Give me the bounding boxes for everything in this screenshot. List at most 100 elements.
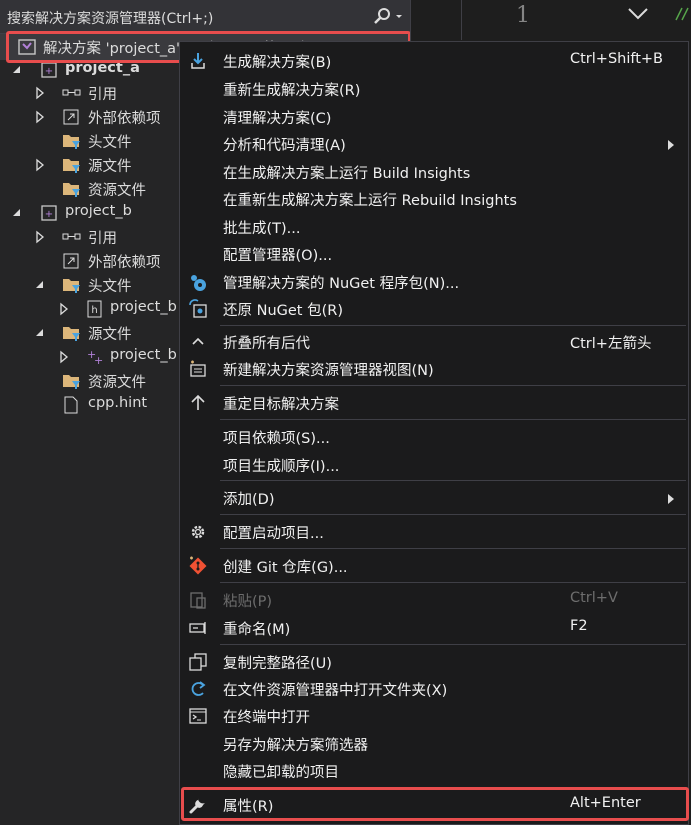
cpp-file-icon: + +	[86, 348, 104, 367]
menu-item-rename[interactable]: 重命名(M) F2	[180, 613, 688, 641]
svg-text:+: +	[94, 354, 103, 366]
collapsed-arrow-icon[interactable]	[33, 105, 47, 129]
collapsed-arrow-icon[interactable]	[33, 225, 47, 249]
menu-item-build-insights[interactable]: 在生成解决方案上运行 Build Insights	[180, 157, 688, 185]
menu-item-label: 在文件资源管理器中打开文件夹(X)	[223, 683, 448, 699]
tree-item-label: 源文件	[88, 159, 132, 175]
tree-item-label: 头文件	[88, 279, 132, 295]
menu-item-label: 另存为解决方案筛选器	[223, 738, 368, 754]
menu-item-shortcut: Ctrl+左箭头	[570, 336, 652, 352]
menu-item-shortcut: Ctrl+V	[570, 590, 618, 606]
cpp-project-icon: +	[40, 61, 58, 79]
menu-item-label: 在生成解决方案上运行 Build Insights	[223, 166, 471, 182]
menu-item-open-terminal[interactable]: 在终端中打开	[180, 701, 688, 729]
menu-item-shortcut: Ctrl+Shift+B	[570, 51, 664, 67]
menu-item-label: 隐藏已卸载的项目	[223, 765, 339, 781]
menu-item-config-manager[interactable]: 配置管理器(O)...	[180, 239, 688, 267]
build-icon	[188, 51, 208, 71]
expanded-arrow-icon[interactable]	[10, 201, 24, 225]
menu-separator	[220, 582, 686, 583]
menu-item-new-explorer-view[interactable]: 新建解决方案资源管理器视图(N)	[180, 354, 688, 382]
menu-item-label: 添加(D)	[223, 492, 275, 508]
menu-item-build-solution[interactable]: 生成解决方案(B) Ctrl+Shift+B	[180, 46, 688, 74]
menu-item-rebuild-insights[interactable]: 在重新生成解决方案上运行 Rebuild Insights	[180, 184, 688, 212]
menu-item-hide-unloaded[interactable]: 隐藏已卸载的项目	[180, 756, 688, 784]
menu-item-startup-projects[interactable]: 配置启动项目...	[180, 517, 688, 545]
menu-item-copy-full-path[interactable]: 复制完整路径(U)	[180, 647, 688, 675]
menu-separator	[220, 325, 686, 326]
menu-item-create-git-repo[interactable]: 创建 Git 仓库(G)...	[180, 551, 688, 579]
menu-item-paste[interactable]: 粘贴(P) Ctrl+V	[180, 585, 688, 613]
rename-icon	[188, 618, 208, 638]
collapsed-arrow-icon[interactable]	[33, 153, 47, 177]
expanded-arrow-icon[interactable]	[33, 321, 47, 345]
tree-item-label: 头文件	[88, 135, 132, 151]
chevron-down-icon[interactable]	[626, 4, 650, 24]
menu-item-label: 管理解决方案的 NuGet 程序包(N)...	[223, 276, 460, 292]
new-view-icon	[188, 359, 208, 379]
filter-folder-icon	[62, 372, 80, 390]
menu-item-analyze[interactable]: 分析和代码清理(A)	[180, 129, 688, 157]
menu-item-label: 项目生成顺序(I)...	[223, 459, 340, 475]
menu-separator	[220, 514, 686, 515]
menu-item-label: 分析和代码清理(A)	[223, 138, 346, 154]
menu-item-label: 创建 Git 仓库(G)...	[223, 560, 348, 576]
menu-item-restore-nuget[interactable]: 还原 NuGet 包(R)	[180, 294, 688, 322]
menu-item-label: 批生成(T)...	[223, 221, 301, 237]
header-file-icon: h	[86, 300, 104, 318]
svg-text:+: +	[45, 66, 53, 77]
menu-item-label: 重定目标解决方案	[223, 397, 339, 413]
tree-item-label: 资源文件	[88, 375, 146, 391]
filter-folder-icon	[62, 276, 80, 294]
filter-folder-icon	[62, 156, 80, 174]
tree-item-label: project_b	[110, 347, 177, 363]
tree-item-label: 源文件	[88, 327, 132, 343]
line-number: 1	[516, 3, 530, 28]
chevron-up-icon	[188, 332, 208, 352]
cpp-project-icon: +	[40, 204, 58, 222]
menu-item-label: 生成解决方案(B)	[223, 55, 332, 71]
references-icon	[62, 228, 81, 246]
menu-item-label: 重新生成解决方案(R)	[223, 83, 361, 99]
menu-item-batch-build[interactable]: 批生成(T)...	[180, 212, 688, 240]
collapsed-arrow-icon[interactable]	[57, 297, 71, 321]
menu-item-project-dependencies[interactable]: 项目依赖项(S)...	[180, 422, 688, 450]
submenu-arrow-icon	[667, 138, 675, 150]
menu-item-label: 重命名(M)	[223, 622, 291, 638]
menu-item-label: 复制完整路径(U)	[223, 656, 332, 672]
terminal-icon	[188, 706, 208, 726]
menu-separator	[220, 548, 686, 549]
tree-item-label: project_b	[65, 203, 132, 219]
menu-item-save-as-filter[interactable]: 另存为解决方案筛选器	[180, 729, 688, 757]
menu-item-add[interactable]: 添加(D)	[180, 483, 688, 511]
divider	[461, 0, 462, 40]
open-folder-icon	[188, 679, 208, 699]
menu-item-rebuild-solution[interactable]: 重新生成解决方案(R)	[180, 74, 688, 102]
menu-item-clean-solution[interactable]: 清理解决方案(C)	[180, 102, 688, 130]
menu-item-shortcut: F2	[570, 618, 588, 634]
menu-item-label: 配置启动项目...	[223, 526, 324, 542]
menu-item-label: 还原 NuGet 包(R)	[223, 303, 343, 319]
menu-item-retarget[interactable]: 重定目标解决方案	[180, 388, 688, 416]
expanded-arrow-icon[interactable]	[33, 273, 47, 297]
collapsed-arrow-icon[interactable]	[57, 345, 71, 369]
search-bar[interactable]: 搜索解决方案资源管理器(Ctrl+;)	[0, 0, 410, 34]
menu-item-label: 配置管理器(O)...	[223, 248, 333, 264]
menu-item-open-folder[interactable]: 在文件资源管理器中打开文件夹(X)	[180, 674, 688, 702]
search-icon[interactable]	[372, 6, 406, 28]
filter-folder-icon	[62, 180, 80, 198]
search-input[interactable]: 搜索解决方案资源管理器(Ctrl+;)	[7, 8, 213, 28]
menu-item-manage-nuget[interactable]: 管理解决方案的 NuGet 程序包(N)...	[180, 267, 688, 295]
menu-item-label: 项目依赖项(S)...	[223, 431, 330, 447]
tree-item-label: cpp.hint	[88, 395, 148, 411]
submenu-arrow-icon	[667, 492, 675, 504]
filter-folder-icon	[62, 132, 80, 150]
menu-separator	[220, 419, 686, 420]
menu-item-build-order[interactable]: 项目生成顺序(I)...	[180, 450, 688, 478]
references-icon	[62, 84, 81, 102]
menu-item-collapse-all[interactable]: 折叠所有后代 Ctrl+左箭头	[180, 327, 688, 355]
menu-separator	[220, 480, 686, 481]
filter-folder-icon	[62, 324, 80, 342]
collapsed-arrow-icon[interactable]	[33, 81, 47, 105]
external-deps-icon	[62, 252, 80, 270]
